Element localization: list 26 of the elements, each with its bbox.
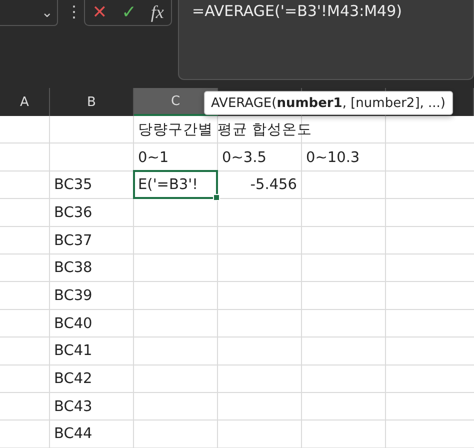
cell-text: 0~3.5 bbox=[222, 150, 266, 166]
cell-text: -5.456 bbox=[250, 177, 297, 194]
cell-text: BC40 bbox=[54, 316, 92, 332]
cancel-button[interactable]: ✕ bbox=[92, 2, 108, 23]
cell-text: 0~10.3 bbox=[306, 150, 360, 166]
active-cell[interactable]: E('=B3'! bbox=[133, 170, 218, 200]
function-tooltip: AVERAGE(number1, [number2], ...) bbox=[204, 91, 452, 115]
cell-text: BC41 bbox=[54, 343, 92, 360]
cell-text: BC43 bbox=[54, 398, 92, 415]
cell-text: BC38 bbox=[54, 260, 92, 276]
cell-text: BC42 bbox=[54, 370, 92, 387]
formula-field[interactable]: =AVERAGE('=B3'!M43:M49) bbox=[178, 0, 474, 80]
cell-text: BC35 bbox=[54, 177, 92, 194]
caret-icon: ⌄ bbox=[41, 6, 53, 20]
cell-text: 0~1 bbox=[138, 150, 169, 166]
cell-text: BC39 bbox=[54, 288, 92, 304]
cell-text: 당량구간별 평균 합성온도 bbox=[138, 121, 312, 140]
cell-text: BC44 bbox=[54, 426, 92, 442]
more-icon[interactable]: ⋮ bbox=[66, 2, 80, 21]
name-box[interactable]: ⌄ bbox=[0, 0, 58, 26]
insert-function-button[interactable]: fx bbox=[150, 2, 164, 23]
cell-text: BC37 bbox=[54, 232, 92, 249]
cell-text: BC36 bbox=[54, 204, 92, 221]
enter-button[interactable]: ✓ bbox=[121, 2, 137, 23]
column-header[interactable]: A bbox=[0, 88, 50, 116]
fill-handle[interactable] bbox=[213, 194, 220, 202]
